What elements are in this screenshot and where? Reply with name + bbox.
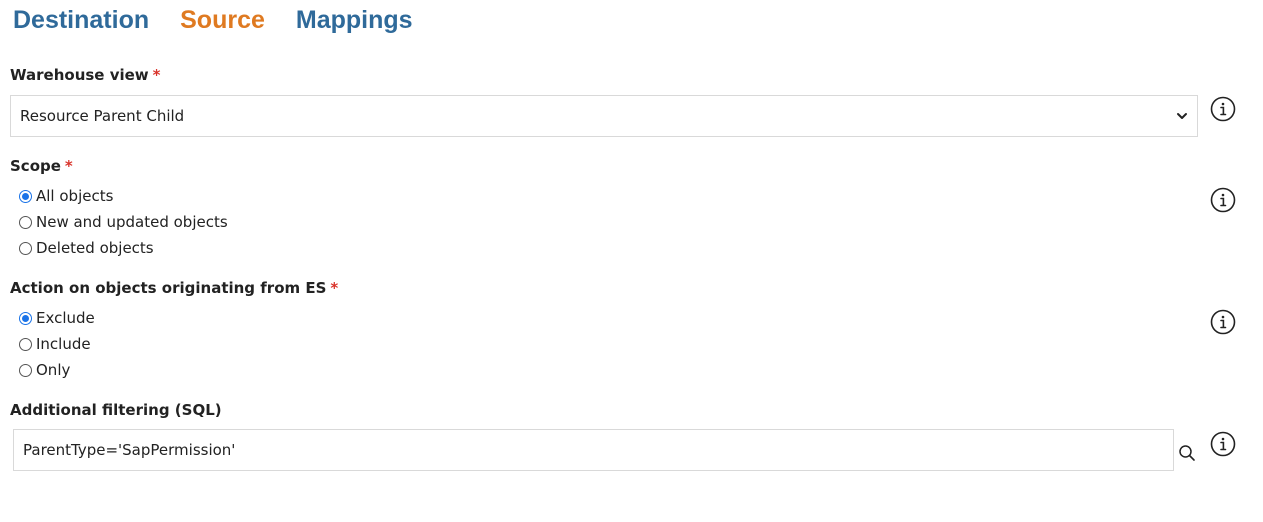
required-marker: * xyxy=(330,279,339,297)
scope-label: Scope * xyxy=(10,157,73,175)
radio-button[interactable] xyxy=(19,189,32,203)
radio-button[interactable] xyxy=(19,337,32,351)
action-option-exclude[interactable]: Exclude xyxy=(19,305,95,331)
tab-mappings[interactable]: Mappings xyxy=(296,2,413,38)
additional-filtering-label: Additional filtering (SQL) xyxy=(10,401,222,419)
radio-label: All objects xyxy=(36,187,114,205)
action-es-radio-group: Exclude Include Only xyxy=(19,305,95,383)
search-icon[interactable] xyxy=(1178,444,1196,462)
tab-source[interactable]: Source xyxy=(180,2,265,38)
tab-bar: Destination Source Mappings xyxy=(13,2,413,38)
scope-option-all[interactable]: All objects xyxy=(19,183,228,209)
radio-button[interactable] xyxy=(19,215,32,229)
sql-filter-input[interactable] xyxy=(13,429,1174,471)
action-option-include[interactable]: Include xyxy=(19,331,95,357)
scope-option-new-updated[interactable]: New and updated objects xyxy=(19,209,228,235)
action-es-label: Action on objects originating from ES * xyxy=(10,279,338,297)
scope-option-deleted[interactable]: Deleted objects xyxy=(19,235,228,261)
radio-label: Only xyxy=(36,361,71,379)
required-marker: * xyxy=(64,157,73,175)
info-icon[interactable] xyxy=(1210,96,1236,122)
info-icon[interactable] xyxy=(1210,431,1236,457)
source-config-page: Destination Source Mappings Warehouse vi… xyxy=(0,0,1263,522)
radio-label: Include xyxy=(36,335,91,353)
radio-button[interactable] xyxy=(19,241,32,255)
action-option-only[interactable]: Only xyxy=(19,357,95,383)
warehouse-view-select[interactable]: Resource Parent Child xyxy=(10,95,1198,137)
radio-label: Exclude xyxy=(36,309,95,327)
warehouse-view-label: Warehouse view * xyxy=(10,66,161,84)
radio-label: Deleted objects xyxy=(36,239,154,257)
radio-label: New and updated objects xyxy=(36,213,228,231)
info-icon[interactable] xyxy=(1210,187,1236,213)
scope-label-text: Scope xyxy=(10,157,61,175)
chevron-down-icon xyxy=(1177,113,1187,119)
info-icon[interactable] xyxy=(1210,309,1236,335)
scope-radio-group: All objects New and updated objects Dele… xyxy=(19,183,228,261)
tab-destination[interactable]: Destination xyxy=(13,2,149,38)
radio-button[interactable] xyxy=(19,311,32,325)
radio-button[interactable] xyxy=(19,363,32,377)
required-marker: * xyxy=(152,66,161,84)
warehouse-view-selected-value: Resource Parent Child xyxy=(20,107,185,125)
action-es-label-text: Action on objects originating from ES xyxy=(10,279,327,297)
warehouse-view-label-text: Warehouse view xyxy=(10,66,149,84)
